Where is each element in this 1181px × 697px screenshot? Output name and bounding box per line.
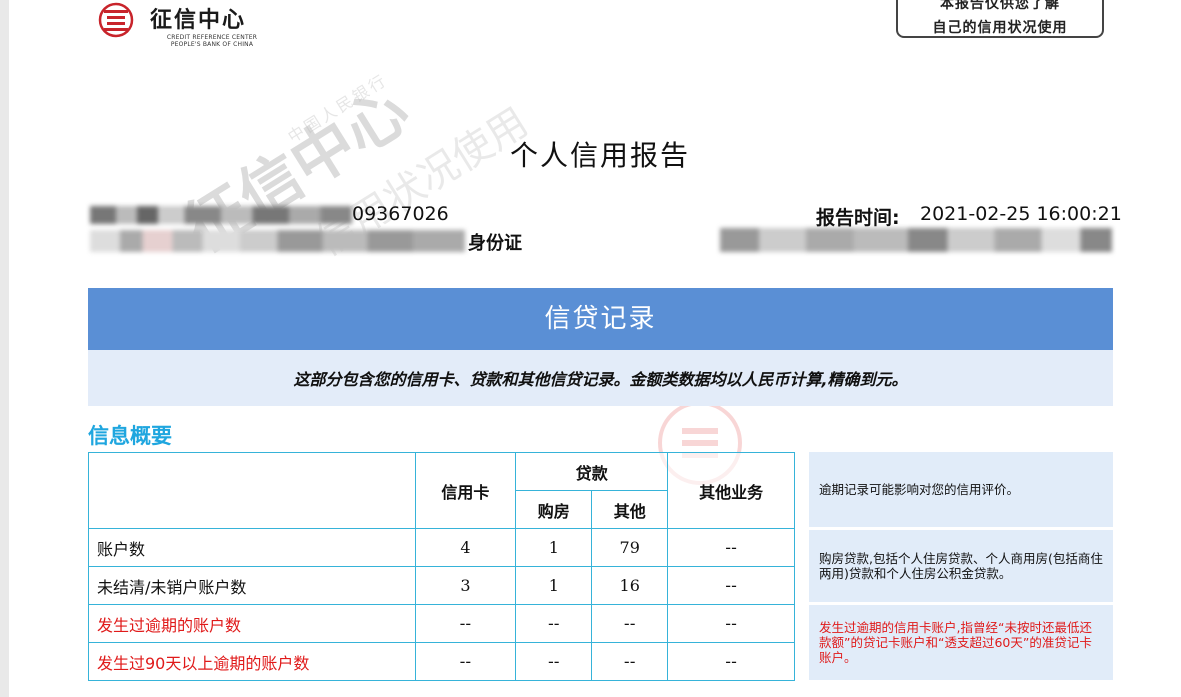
row-label: 未结清/未销户账户数 <box>88 566 416 605</box>
cell-other: 79 <box>591 528 669 567</box>
logo-english: CREDIT REFERENCE CENTER PEOPLE'S BANK OF… <box>153 34 271 48</box>
stamp-line1: 本报告仅供您了解 <box>940 0 1060 12</box>
note-text: 发生过逾期的信用卡账户,指曾经“未按时还最低还款额”的贷记卡账户和“透支超过60… <box>819 620 1092 665</box>
summary-heading: 信息概要 <box>88 424 172 448</box>
section-banner: 信贷记录 <box>88 288 1113 350</box>
credit-report-page: 征信中心 信用状况使用 中国人民银行 征信中心 CREDIT REFERENCE… <box>0 0 1181 697</box>
table-row: 发生过逾期的账户数 -- -- -- -- <box>88 604 795 643</box>
table-row: 发生过90天以上逾期的账户数 -- -- -- -- <box>88 642 795 681</box>
section-subtitle: 这部分包含您的信用卡、贷款和其他信贷记录。金额类数据均以人民币计算,精确到元。 <box>88 350 1113 406</box>
cell-credit-card: -- <box>414 642 517 681</box>
header-other-business: 其他业务 <box>667 452 795 529</box>
cell-housing: -- <box>515 604 593 643</box>
row-label: 账户数 <box>88 528 416 567</box>
header-blank-cell <box>88 452 416 529</box>
header-other: 其他 <box>591 490 669 529</box>
cell-other-business: -- <box>667 528 795 567</box>
cell-credit-card: 3 <box>414 566 517 605</box>
viewer-edge <box>0 0 9 697</box>
cell-housing: 1 <box>515 528 593 567</box>
cell-credit-card: 4 <box>414 528 517 567</box>
summary-table: 信用卡 贷款 其他业务 购房 其他 账户数 4 1 79 -- 未结清/未销户账… <box>88 452 795 681</box>
logo-english-line2: PEOPLE'S BANK OF CHINA <box>170 41 254 48</box>
redacted-name <box>90 206 352 224</box>
redacted-right <box>720 228 1112 252</box>
note-text: 购房贷款,包括个人住房贷款、个人商用房(包括商住两用)贷款和个人住房公积金贷款。 <box>819 551 1103 581</box>
usage-stamp: 本报告仅供您了解 自己的信用状况使用 <box>896 0 1104 38</box>
logo-english-line1: CREDIT REFERENCE CENTER <box>166 34 258 41</box>
cell-other-business: -- <box>667 566 795 605</box>
cell-housing: 1 <box>515 566 593 605</box>
logo-title: 征信中心 <box>150 8 247 33</box>
report-number: 09367026 <box>352 203 449 225</box>
stamp-line2: 自己的信用状况使用 <box>932 20 1068 36</box>
cell-credit-card: -- <box>414 604 517 643</box>
table-header-row: 信用卡 贷款 其他业务 <box>88 452 795 529</box>
credit-center-logo-icon <box>98 2 134 38</box>
note-overdue-impact: 逾期记录可能影响对您的信用评价。 <box>809 452 1113 527</box>
note-text: 逾期记录可能影响对您的信用评价。 <box>819 482 1020 497</box>
redacted-id <box>90 230 465 252</box>
report-time: 2021-02-25 16:00:21 <box>920 203 1122 225</box>
table-row: 未结清/未销户账户数 3 1 16 -- <box>88 566 795 605</box>
row-label: 发生过逾期的账户数 <box>88 604 416 643</box>
report-title: 个人信用报告 <box>509 139 690 172</box>
row-label: 发生过90天以上逾期的账户数 <box>88 642 416 681</box>
report-time-label: 报告时间: <box>816 207 900 229</box>
cell-other: -- <box>591 604 669 643</box>
table-row: 账户数 4 1 79 -- <box>88 528 795 567</box>
cell-other: 16 <box>591 566 669 605</box>
header-housing: 购房 <box>515 490 593 529</box>
cell-other-business: -- <box>667 604 795 643</box>
header-credit-card: 信用卡 <box>414 452 517 529</box>
header-loan: 贷款 <box>515 452 669 491</box>
note-overdue-card: 发生过逾期的信用卡账户,指曾经“未按时还最低还款额”的贷记卡账户和“透支超过60… <box>809 605 1113 680</box>
cell-other-business: -- <box>667 642 795 681</box>
cell-housing: -- <box>515 642 593 681</box>
id-type: 身份证 <box>468 233 522 254</box>
cell-other: -- <box>591 642 669 681</box>
note-housing-loan: 购房贷款,包括个人住房贷款、个人商用房(包括商住两用)贷款和个人住房公积金贷款。 <box>809 530 1113 602</box>
